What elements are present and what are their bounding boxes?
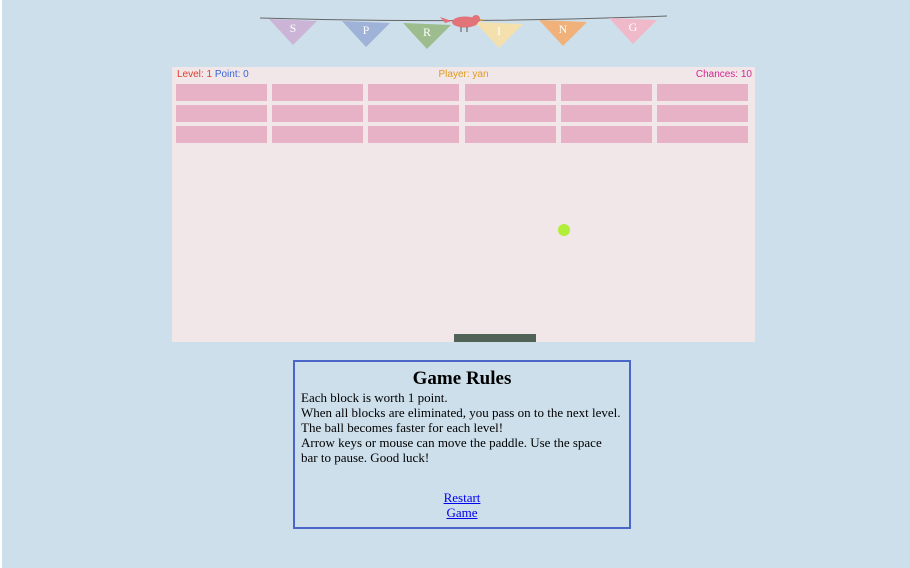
rule-line-2: When all blocks are eliminated, you pass… <box>301 405 621 420</box>
restart-game-link-group: Restart Game <box>295 490 629 520</box>
brick <box>176 126 267 143</box>
player-display: Player: yan <box>438 69 489 80</box>
brick <box>560 84 652 101</box>
brick <box>176 105 267 122</box>
game-link[interactable]: Game <box>432 505 492 520</box>
brick <box>272 126 364 143</box>
brick <box>464 84 556 101</box>
brick <box>657 126 748 143</box>
banner-letter: S <box>290 21 297 35</box>
paddle[interactable] <box>454 334 536 342</box>
banner-flag: S <box>269 19 317 45</box>
chances-display: Chances: 10 <box>695 69 752 80</box>
brick <box>464 126 556 143</box>
banner-letter: R <box>423 25 431 39</box>
brick <box>272 84 364 101</box>
brick <box>176 84 267 101</box>
brick <box>657 84 748 101</box>
banner-flag: G <box>609 18 657 44</box>
brick <box>368 84 460 101</box>
banner-flag: N <box>539 20 587 46</box>
brick <box>368 105 460 122</box>
banner-flag: P <box>342 21 390 47</box>
banner-letter: P <box>363 23 370 37</box>
banner-letter: I <box>497 24 501 38</box>
rules-title: Game Rules <box>412 368 512 389</box>
window-edge <box>0 0 2 568</box>
brick <box>272 105 364 122</box>
rule-line-4: Arrow keys or mouse can move the paddle.… <box>301 435 602 465</box>
restart-link[interactable]: Restart <box>432 490 492 505</box>
banner-flag: I <box>475 22 523 48</box>
brick <box>560 126 652 143</box>
brick <box>560 105 652 122</box>
ball <box>558 224 570 236</box>
brick <box>464 105 556 122</box>
banner-letter: N <box>559 22 568 36</box>
rule-line-3: The ball becomes faster for each level! <box>301 420 504 435</box>
banner-flag: R <box>403 23 451 49</box>
rule-line-1: Each block is worth 1 point. <box>301 390 448 405</box>
brick <box>368 126 460 143</box>
spring-banner: SPRING <box>259 15 668 49</box>
banner-letter: G <box>629 20 638 34</box>
game-board[interactable]: Level: 1 Point: 0 Player: yan Chances: 1… <box>172 67 755 342</box>
brick <box>657 105 748 122</box>
game-rules-panel: Game Rules Each block is worth 1 point. … <box>293 360 631 529</box>
